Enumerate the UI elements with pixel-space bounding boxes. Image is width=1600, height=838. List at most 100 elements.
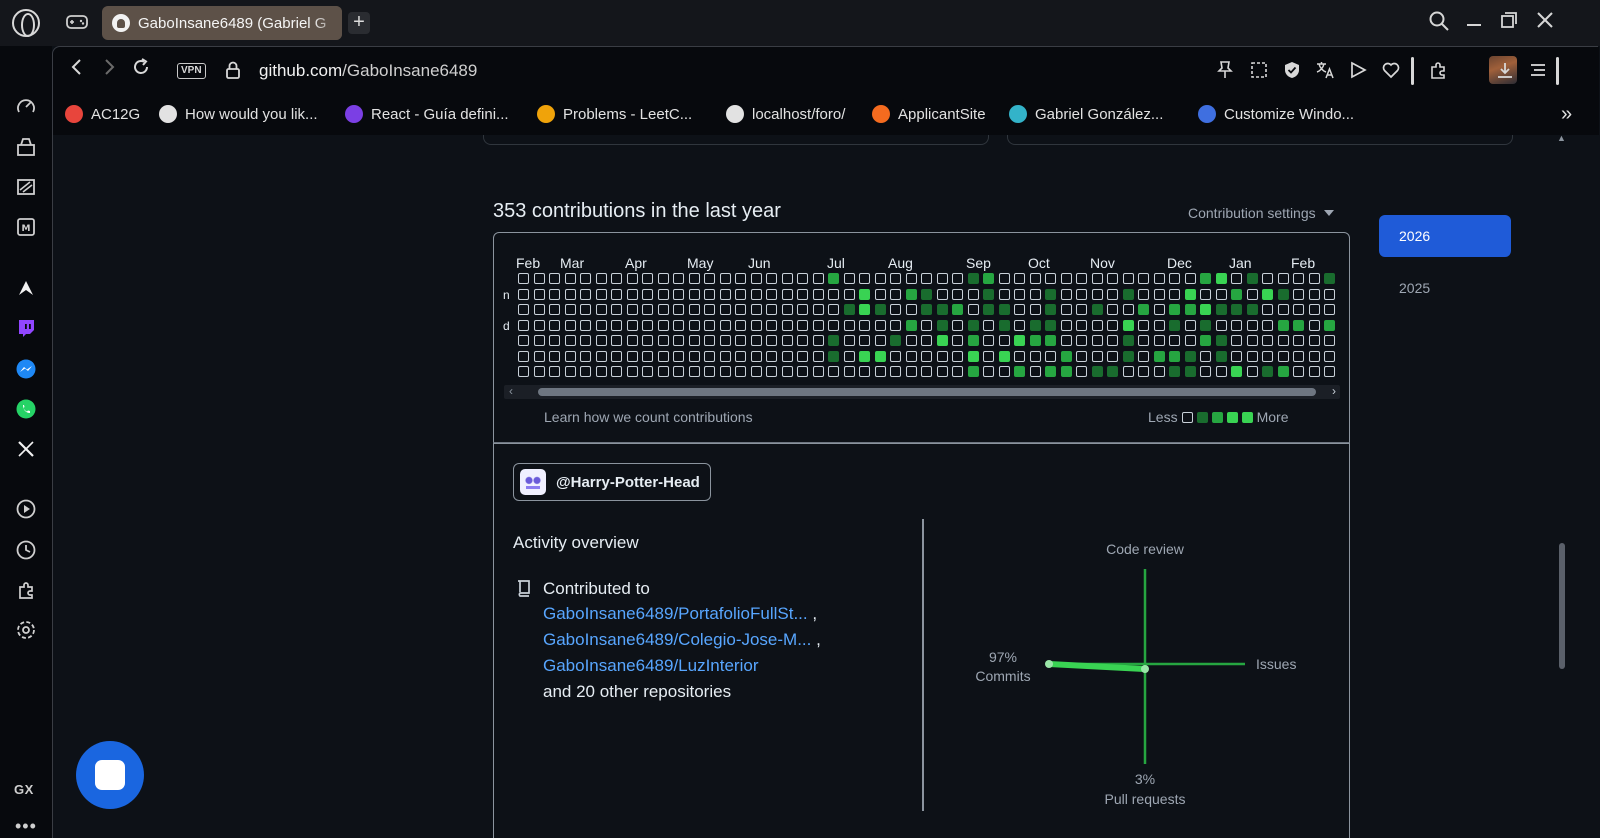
- contribution-day[interactable]: [1169, 319, 1180, 331]
- contribution-day[interactable]: [673, 366, 684, 377]
- history-icon[interactable]: [13, 537, 39, 563]
- contribution-day[interactable]: [580, 273, 591, 284]
- contribution-day[interactable]: [642, 319, 653, 331]
- contribution-day[interactable]: [1200, 335, 1211, 346]
- contribution-day[interactable]: [1184, 273, 1196, 284]
- send-icon[interactable]: [1347, 60, 1369, 82]
- contribution-day[interactable]: [719, 350, 731, 362]
- contribution-day[interactable]: [890, 319, 901, 331]
- contribution-day[interactable]: [983, 350, 994, 362]
- scrollbar-thumb[interactable]: [538, 388, 1316, 396]
- contribution-day[interactable]: [611, 273, 622, 284]
- bookmark-item[interactable]: localhost/foro/: [726, 103, 845, 125]
- new-tab-button[interactable]: +: [348, 12, 370, 34]
- contribution-day[interactable]: [626, 304, 638, 315]
- contribution-day[interactable]: [642, 366, 653, 377]
- contribution-day[interactable]: [1262, 319, 1273, 331]
- contribution-day[interactable]: [1153, 319, 1165, 331]
- contribution-day[interactable]: [1153, 366, 1165, 377]
- contribution-day[interactable]: [611, 350, 622, 362]
- contribution-day[interactable]: [1293, 366, 1304, 377]
- contribution-day[interactable]: [549, 304, 560, 315]
- contribution-day[interactable]: [626, 366, 638, 377]
- contribution-day[interactable]: [564, 288, 576, 300]
- bookmarks-overflow-icon[interactable]: »: [1561, 103, 1572, 126]
- contribution-day[interactable]: [936, 366, 948, 377]
- contribution-day[interactable]: [1091, 288, 1103, 300]
- contribution-day[interactable]: [843, 366, 855, 377]
- contribution-day[interactable]: [626, 288, 638, 300]
- contribution-day[interactable]: [797, 288, 808, 300]
- contribution-day[interactable]: [843, 350, 855, 362]
- contribution-day[interactable]: [1293, 288, 1304, 300]
- minimize-button[interactable]: [1461, 10, 1487, 36]
- contribution-day[interactable]: [1029, 304, 1041, 315]
- contribution-day[interactable]: [580, 319, 591, 331]
- contribution-day[interactable]: [1200, 288, 1211, 300]
- contribution-day[interactable]: [1308, 350, 1320, 362]
- contribution-day[interactable]: [921, 288, 932, 300]
- contribution-day[interactable]: [766, 335, 777, 346]
- contribution-day[interactable]: [812, 273, 824, 284]
- contribution-day[interactable]: [704, 304, 715, 315]
- forward-button[interactable]: [97, 57, 121, 81]
- contribution-day[interactable]: [1045, 366, 1056, 377]
- contribution-day[interactable]: [1138, 335, 1149, 346]
- contribution-day[interactable]: [1138, 350, 1149, 362]
- contribution-day[interactable]: [983, 288, 994, 300]
- contribution-day[interactable]: [1060, 319, 1072, 331]
- contribution-day[interactable]: [1324, 366, 1335, 377]
- contribution-day[interactable]: [952, 350, 963, 362]
- contribution-day[interactable]: [549, 335, 560, 346]
- contribution-day[interactable]: [859, 319, 870, 331]
- contribution-day[interactable]: [766, 273, 777, 284]
- contribution-day[interactable]: [1107, 288, 1118, 300]
- contribution-day[interactable]: [874, 366, 886, 377]
- contribution-day[interactable]: [688, 335, 700, 346]
- contribution-day[interactable]: [1262, 366, 1273, 377]
- contribution-day[interactable]: [1200, 273, 1211, 284]
- contribution-day[interactable]: [983, 319, 994, 331]
- contribution-day[interactable]: [1153, 335, 1165, 346]
- contribution-day[interactable]: [735, 273, 746, 284]
- contribution-day[interactable]: [518, 319, 529, 331]
- bookmark-item[interactable]: React - Guía defini...: [345, 103, 509, 125]
- contribution-day[interactable]: [688, 273, 700, 284]
- contribution-day[interactable]: [518, 335, 529, 346]
- contribution-day[interactable]: [1293, 304, 1304, 315]
- contribution-day[interactable]: [1138, 366, 1149, 377]
- contribution-day[interactable]: [595, 288, 607, 300]
- repo-link[interactable]: GaboInsane6489/Colegio-Jose-M... ,: [543, 630, 821, 650]
- contribution-day[interactable]: [859, 335, 870, 346]
- contribution-day[interactable]: [657, 304, 669, 315]
- contribution-day[interactable]: [626, 273, 638, 284]
- bookmark-item[interactable]: Gabriel González...: [1009, 103, 1163, 125]
- contribution-day[interactable]: [1014, 304, 1025, 315]
- contribution-day[interactable]: [936, 288, 948, 300]
- contribution-day[interactable]: [766, 366, 777, 377]
- contribution-day[interactable]: [967, 350, 979, 362]
- contribution-day[interactable]: [1138, 273, 1149, 284]
- contribution-day[interactable]: [812, 288, 824, 300]
- contribution-day[interactable]: [626, 335, 638, 346]
- twitch-icon[interactable]: [13, 315, 39, 341]
- contribution-day[interactable]: [1308, 319, 1320, 331]
- contribution-day[interactable]: [1215, 335, 1227, 346]
- contribution-day[interactable]: [766, 288, 777, 300]
- contribution-day[interactable]: [1153, 288, 1165, 300]
- contribution-day[interactable]: [1293, 350, 1304, 362]
- contribution-day[interactable]: [611, 366, 622, 377]
- reload-button[interactable]: [129, 57, 153, 81]
- contribution-day[interactable]: [843, 288, 855, 300]
- game-store-icon[interactable]: [13, 134, 39, 160]
- contribution-day[interactable]: [983, 273, 994, 284]
- contribution-day[interactable]: [1277, 273, 1289, 284]
- contribution-day[interactable]: [1169, 335, 1180, 346]
- tab-github-profile[interactable]: GaboInsane6489 (Gabriel G: [102, 6, 342, 40]
- contribution-day[interactable]: [1029, 319, 1041, 331]
- vpn-badge[interactable]: VPN: [177, 63, 206, 79]
- settings-gear-icon[interactable]: [13, 617, 39, 643]
- contribution-day[interactable]: [704, 350, 715, 362]
- wallpaper-icon[interactable]: [13, 174, 39, 200]
- contribution-day[interactable]: [533, 273, 545, 284]
